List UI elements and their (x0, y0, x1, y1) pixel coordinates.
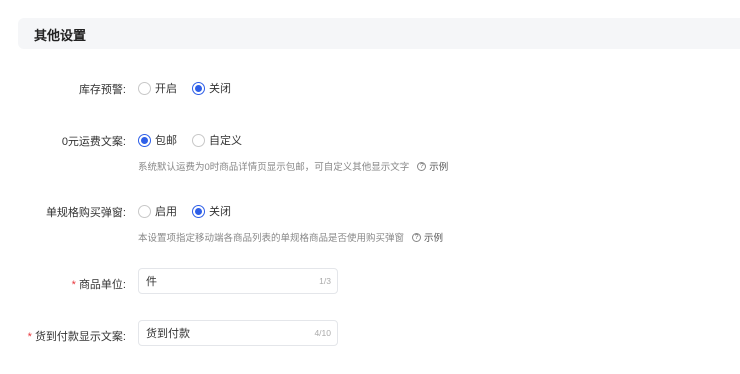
single-spec-popup-label: 单规格购买弹窗: (45, 207, 126, 219)
required-mark: * (71, 279, 76, 291)
product-unit-label-wrap: * 商品单位: (72, 276, 126, 292)
radio-label: 启用 (155, 206, 177, 218)
radio-label: 开启 (155, 83, 177, 95)
stock-alert-option-on[interactable]: 开启 (138, 80, 177, 96)
radio-circle[interactable] (192, 133, 205, 147)
zero-shipping-option-custom[interactable]: 自定义 (192, 132, 242, 148)
single-spec-popup-option-enable[interactable]: 启用 (138, 203, 177, 219)
question-circle-icon: ? (417, 161, 427, 171)
help-text: 本设置项指定移动端各商品列表的单规格商品是否使用购买弹窗 (138, 233, 405, 244)
zero-shipping-option-free[interactable]: 包邮 (138, 132, 177, 148)
stock-alert-option-off[interactable]: 关闭 (192, 80, 231, 96)
cod-text-value: 货到付款 (146, 328, 190, 340)
cod-text-counter: 4/10 (314, 328, 331, 338)
radio-circle[interactable] (192, 204, 205, 218)
cod-text-label-wrap: * 货到付款显示文案: (28, 328, 126, 344)
zero-shipping-help: 系统默认运费为0时商品详情页显示包邮，可自定义其他显示文字 ? 示例 (138, 159, 448, 173)
single-spec-popup-example-link[interactable]: 示例 (424, 230, 443, 244)
stock-alert-radio-group: 开启 关闭 (138, 80, 231, 96)
radio-circle[interactable] (138, 133, 151, 147)
section-header: 其他设置 (18, 18, 740, 49)
section-title: 其他设置 (34, 28, 87, 43)
product-unit-input[interactable]: 件 1/3 (138, 268, 338, 294)
zero-shipping-label: 0元运费文案: (61, 136, 126, 148)
product-unit-counter: 1/3 (319, 276, 331, 286)
radio-label: 关闭 (209, 206, 231, 218)
single-spec-popup-option-off[interactable]: 关闭 (192, 203, 231, 219)
stock-alert-label: 库存预警: (78, 84, 126, 96)
zero-shipping-example-link[interactable]: 示例 (429, 159, 448, 173)
required-mark: * (27, 331, 32, 343)
question-circle-icon: ? (412, 232, 422, 242)
cod-text-label: 货到付款显示文案: (34, 331, 126, 343)
radio-label: 包邮 (155, 135, 177, 147)
product-unit-value: 件 (146, 276, 157, 288)
product-unit-label: 商品单位: (78, 279, 126, 291)
single-spec-popup-radio-group: 启用 关闭 (138, 203, 231, 219)
help-text: 系统默认运费为0时商品详情页显示包邮，可自定义其他显示文字 (138, 162, 410, 173)
radio-label: 自定义 (209, 135, 242, 147)
radio-circle[interactable] (138, 81, 151, 95)
radio-label: 关闭 (209, 83, 231, 95)
zero-shipping-radio-group: 包邮 自定义 (138, 132, 242, 148)
radio-circle[interactable] (138, 204, 151, 218)
radio-circle[interactable] (192, 81, 205, 95)
cod-text-input[interactable]: 货到付款 4/10 (138, 320, 338, 346)
single-spec-popup-help: 本设置项指定移动端各商品列表的单规格商品是否使用购买弹窗 ? 示例 (138, 230, 443, 244)
